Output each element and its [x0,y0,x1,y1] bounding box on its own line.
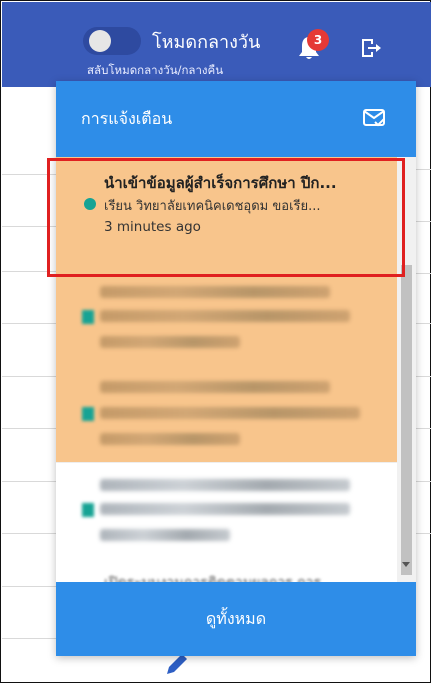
redacted-text [100,286,330,298]
scroll-down-arrow-icon[interactable] [402,562,410,567]
background-rule [416,323,431,324]
mode-toggle-hint: สลับโหมดกลางวัน/กลางคืน [87,63,224,77]
mode-label: โหมดกลางวัน [152,32,261,53]
theme-toggle[interactable] [83,27,141,55]
background-rule [2,638,57,639]
redacted-text [100,381,330,393]
partial-notification-title: เปิดระบบงานการติดตามผลการ การ [104,572,321,582]
notification-item[interactable] [56,462,397,568]
background-rule [416,273,431,274]
highlight-box [47,158,405,277]
redacted-text [100,336,240,348]
toggle-knob [89,30,111,52]
background-rule [416,533,431,534]
unread-dot [82,407,94,421]
background-rule [416,376,431,377]
background-rule [416,221,431,222]
background-rule [2,428,57,429]
scrollbar-thumb[interactable] [401,265,412,575]
background-rule [416,428,431,429]
notification-item[interactable] [56,272,397,367]
notification-item[interactable] [56,367,397,462]
redacted-text [100,407,360,419]
background-rule [416,169,431,170]
redacted-text [100,433,240,445]
redacted-text [100,479,350,491]
notification-header: การแจ้งเตือน [56,81,416,157]
unread-dot [82,503,94,517]
background-rule [2,323,57,324]
background-rule [2,481,57,482]
redacted-text [100,310,350,322]
view-all-button[interactable]: ดูทั้งหมด [56,582,416,656]
background-rule [416,481,431,482]
background-rule [2,586,57,587]
redacted-text [100,529,230,541]
redacted-text [100,503,350,515]
unread-dot [82,310,94,324]
mark-all-read-icon[interactable] [363,109,385,127]
notification-count-badge: 3 [307,29,329,51]
background-rule [2,376,57,377]
background-rule [2,533,57,534]
logout-icon[interactable] [358,36,382,60]
notification-title: การแจ้งเตือน [81,109,173,128]
top-navbar: โหมดกลางวัน สลับโหมดกลางวัน/กลางคืน 3 [2,2,431,87]
